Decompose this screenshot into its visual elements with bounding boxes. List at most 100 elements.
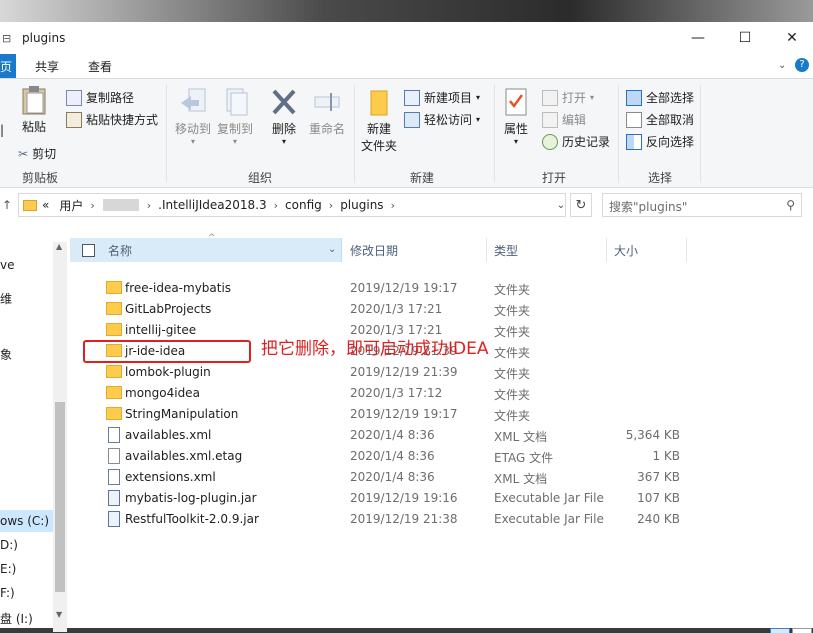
column-header-size[interactable]: 大小 — [614, 238, 684, 262]
highlight-box — [83, 340, 251, 363]
table-row[interactable]: free-idea-mybatis 2019/12/19 19:17 文件夹 — [70, 278, 813, 299]
column-date-label: 修改日期 — [350, 243, 399, 258]
file-type: 文件夹 — [494, 388, 531, 402]
nav-item[interactable]: 象 — [0, 346, 12, 363]
tab-share[interactable]: 共享 — [35, 58, 59, 75]
table-row[interactable]: lombok-plugin 2019/12/19 21:39 文件夹 — [70, 362, 813, 383]
organize-group-label: 组织 — [247, 171, 272, 185]
column-separator — [606, 238, 607, 262]
chevron-right-icon[interactable]: › — [391, 199, 395, 212]
rename-icon — [314, 93, 340, 111]
close-button[interactable]: ✕ — [769, 22, 813, 54]
file-type: 文件夹 — [494, 409, 531, 423]
breadcrumb-plugins[interactable]: plugins — [340, 198, 383, 212]
nav-item-drive-i[interactable]: 盘 (I:) — [0, 610, 33, 627]
breadcrumb-intellij[interactable]: .IntelliJIdea2018.3 — [158, 198, 266, 212]
open-button[interactable]: 打开 ▾ — [542, 89, 594, 106]
delete-button[interactable]: 删除 ▾ — [266, 87, 302, 146]
nav-item-drive-f[interactable]: F:) — [0, 586, 15, 600]
tab-home[interactable]: 页 — [0, 54, 16, 78]
select-none-button[interactable]: 全部取消 — [626, 111, 694, 128]
chevron-right-icon[interactable]: › — [147, 199, 151, 212]
invert-selection-icon — [626, 133, 642, 150]
new-folder-label-2: 文件夹 — [360, 139, 397, 153]
scroll-down-icon[interactable]: ▼ — [56, 610, 62, 619]
chevron-right-icon[interactable]: › — [329, 199, 333, 212]
maximize-button[interactable]: ☐ — [722, 22, 768, 54]
history-button[interactable]: 历史记录 — [542, 133, 610, 150]
file-name: mybatis-log-plugin.jar — [125, 491, 257, 505]
file-date: 2019/12/19 19:17 — [350, 281, 458, 295]
history-label: 历史记录 — [562, 135, 611, 149]
sort-ascending-icon: ^ — [208, 233, 216, 243]
nav-item-drive-e[interactable]: E:) — [0, 562, 16, 576]
paste-shortcut-label: 粘贴快捷方式 — [86, 113, 159, 127]
new-item-button[interactable]: 新建项目 ▾ — [404, 89, 480, 106]
nav-scrollbar-thumb[interactable] — [55, 402, 65, 592]
up-arrow-icon[interactable]: ↑ — [2, 198, 12, 212]
column-header-name[interactable]: 名称 — [70, 238, 342, 262]
table-row[interactable]: RestfulToolkit-2.0.9.jar 2019/12/19 21:38… — [70, 509, 813, 530]
invert-selection-button[interactable]: 反向选择 — [626, 133, 694, 150]
table-row[interactable]: GitLabProjects 2020/1/3 17:21 文件夹 — [70, 299, 813, 320]
scissors-icon: ✂ — [18, 146, 29, 161]
column-header-type[interactable]: 类型 — [494, 238, 604, 262]
nav-item[interactable]: ve — [0, 258, 14, 272]
chevron-right-icon[interactable]: › — [274, 199, 278, 212]
paste-shortcut-button[interactable]: 粘贴快捷方式 — [66, 111, 158, 128]
tab-view[interactable]: 查看 — [88, 58, 112, 75]
new-folder-button[interactable]: 新建 文件夹 — [358, 87, 400, 154]
rename-button[interactable]: 重命名 — [306, 87, 348, 137]
nav-item-drive-d[interactable]: D:) — [0, 538, 18, 552]
table-row[interactable]: extensions.xml 2020/1/4 8:36 XML 文档 367 KB — [70, 467, 813, 488]
file-type: 文件夹 — [494, 325, 531, 339]
file-size: 5,364 KB — [625, 428, 680, 442]
help-icon[interactable]: ? — [795, 58, 809, 72]
search-placeholder: 搜索"plugins" — [609, 200, 688, 214]
paste-button[interactable]: 粘贴 — [18, 85, 50, 135]
move-to-icon — [181, 88, 206, 112]
select-all-button[interactable]: 全部选择 — [626, 89, 694, 106]
collapse-ribbon-chevron-icon[interactable]: ⌄ — [778, 60, 786, 71]
breadcrumb-overflow[interactable]: « — [42, 198, 49, 212]
table-row[interactable]: mybatis-log-plugin.jar 2019/12/19 19:16 Ex… — [70, 488, 813, 509]
chevron-right-icon[interactable]: › — [90, 199, 94, 212]
address-bar[interactable]: « 用户 › › .IntelliJIdea2018.3 › config › … — [18, 193, 566, 217]
column-header-date[interactable]: 修改日期 — [350, 238, 490, 262]
copy-to-dropdown-icon: ▾ — [232, 137, 237, 146]
open-icon — [542, 89, 558, 106]
select-all-checkbox[interactable] — [82, 244, 95, 257]
breadcrumb-config[interactable]: config — [285, 198, 322, 212]
ribbon-tabs: 页 共享 查看 ⌄ ? — [0, 54, 813, 78]
clipboard-group-label: 剪贴板 — [21, 171, 58, 185]
large-icons-view-icon[interactable] — [792, 628, 812, 633]
edit-button[interactable]: 编辑 — [542, 111, 586, 128]
move-to-button[interactable]: 移动到 ▾ — [172, 87, 214, 146]
easy-access-button[interactable]: 轻松访问 ▾ — [404, 111, 480, 128]
file-type: Executable Jar File — [494, 491, 604, 505]
minimize-button[interactable]: — — [675, 22, 721, 54]
properties-button[interactable]: 属性 ▾ — [498, 87, 534, 146]
nav-item[interactable]: 维 — [0, 290, 12, 307]
breadcrumb-users[interactable]: 用户 — [59, 197, 83, 214]
address-dropdown-icon[interactable]: ⌄ — [552, 193, 570, 217]
table-row[interactable]: availables.xml 2020/1/4 8:36 XML 文档 5,364 K… — [70, 425, 813, 446]
copy-to-button[interactable]: 复制到 ▾ — [214, 87, 256, 146]
cut-button[interactable]: ✂ 剪切 — [18, 145, 56, 162]
table-row[interactable]: availables.xml.etag 2020/1/4 8:36 ETAG 文件 1… — [70, 446, 813, 467]
copy-path-button[interactable]: 复制路径 — [66, 89, 134, 106]
name-column-dropdown-icon[interactable]: ⌄ — [328, 244, 336, 255]
table-row[interactable]: StringManipulation 2019/12/19 19:17 文件夹 — [70, 404, 813, 425]
copy-path-icon — [66, 89, 82, 106]
copy-to-label: 复制到 — [216, 122, 253, 136]
details-view-icon[interactable] — [770, 628, 790, 633]
refresh-icon[interactable]: ↻ — [570, 193, 592, 217]
file-type: ETAG 文件 — [494, 451, 554, 465]
column-type-label: 类型 — [494, 243, 519, 258]
search-input[interactable]: 搜索"plugins" ⚲ — [602, 193, 802, 217]
file-name: availables.xml — [125, 428, 212, 442]
folder-icon — [106, 407, 122, 420]
nav-item-drive-c[interactable]: ows (C:) — [0, 514, 49, 528]
scroll-up-icon[interactable]: ▲ — [56, 242, 62, 251]
table-row[interactable]: mongo4idea 2020/1/3 17:12 文件夹 — [70, 383, 813, 404]
